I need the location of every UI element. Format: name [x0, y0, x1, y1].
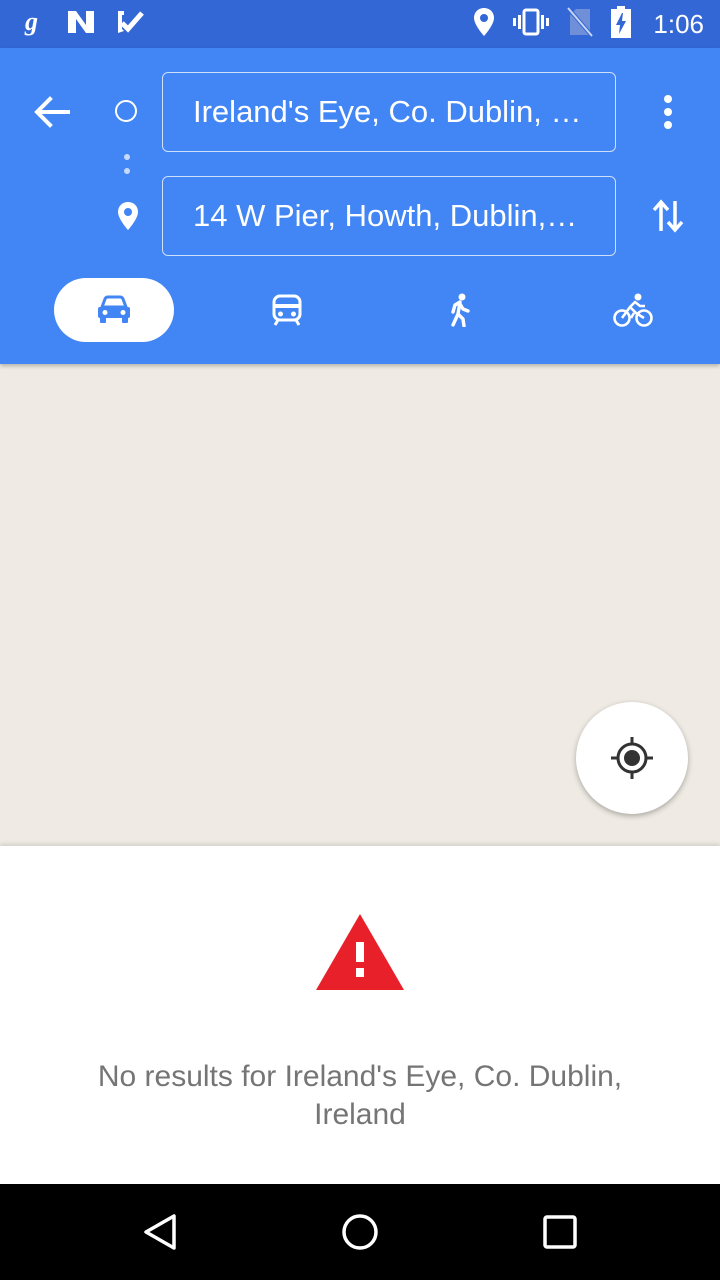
arrow-back-icon [34, 96, 70, 128]
nav-back-button[interactable] [132, 1204, 188, 1260]
tasks-check-icon [116, 9, 144, 40]
mode-walking-tab[interactable] [400, 278, 520, 342]
bicycle-icon [613, 293, 653, 327]
walking-icon [451, 293, 470, 327]
n-app-icon [66, 9, 96, 40]
my-location-button[interactable] [576, 702, 688, 814]
battery-charging-icon [611, 5, 632, 43]
my-location-icon [611, 737, 653, 779]
origin-circle-icon [115, 100, 137, 122]
nav-home-button[interactable] [332, 1204, 388, 1260]
location-icon [473, 7, 495, 42]
mode-cycling-tab[interactable] [573, 278, 693, 342]
nav-recents-square-icon [543, 1215, 577, 1249]
no-sim-icon [566, 6, 594, 42]
mode-transit-tab[interactable] [227, 278, 347, 342]
swap-button[interactable] [644, 192, 692, 240]
status-time: 1:06 [653, 8, 704, 39]
nav-back-triangle-icon [144, 1214, 176, 1250]
system-icons: 1:06 [473, 5, 704, 43]
route-dots-icon [124, 154, 130, 176]
svg-text:g: g [24, 8, 38, 36]
no-results-message: No results for Ireland's Eye, Co. Dublin… [97, 1060, 623, 1131]
screen: g 1:06 Ireland's Eye, Co. Dublin, Irelan… [0, 0, 720, 1280]
more-options-button[interactable] [644, 88, 692, 136]
travel-mode-tabs [0, 278, 720, 342]
gboard-g-icon: g [24, 7, 46, 41]
notification-icons: g [24, 7, 144, 41]
car-icon [98, 295, 130, 323]
mode-driving-tab[interactable] [54, 278, 174, 342]
vibrate-icon [513, 8, 550, 41]
destination-field[interactable]: 14 W Pier, Howth, Dublin, Ireland [162, 176, 616, 256]
results-sheet: No results for Ireland's Eye, Co. Dublin… [0, 846, 720, 1184]
nav-home-circle-icon [342, 1214, 378, 1250]
destination-pin-icon [114, 200, 142, 232]
train-icon [272, 294, 302, 326]
directions-header: Ireland's Eye, Co. Dublin, Ireland 14 W … [0, 48, 720, 364]
system-nav-bar [0, 1184, 720, 1280]
swap-vert-icon [652, 199, 684, 233]
warning-icon [314, 912, 406, 992]
back-button[interactable] [28, 88, 76, 136]
origin-field[interactable]: Ireland's Eye, Co. Dublin, Ireland [162, 72, 616, 152]
status-bar: g 1:06 [0, 0, 720, 48]
more-vert-icon [664, 95, 672, 129]
nav-recents-button[interactable] [532, 1204, 588, 1260]
